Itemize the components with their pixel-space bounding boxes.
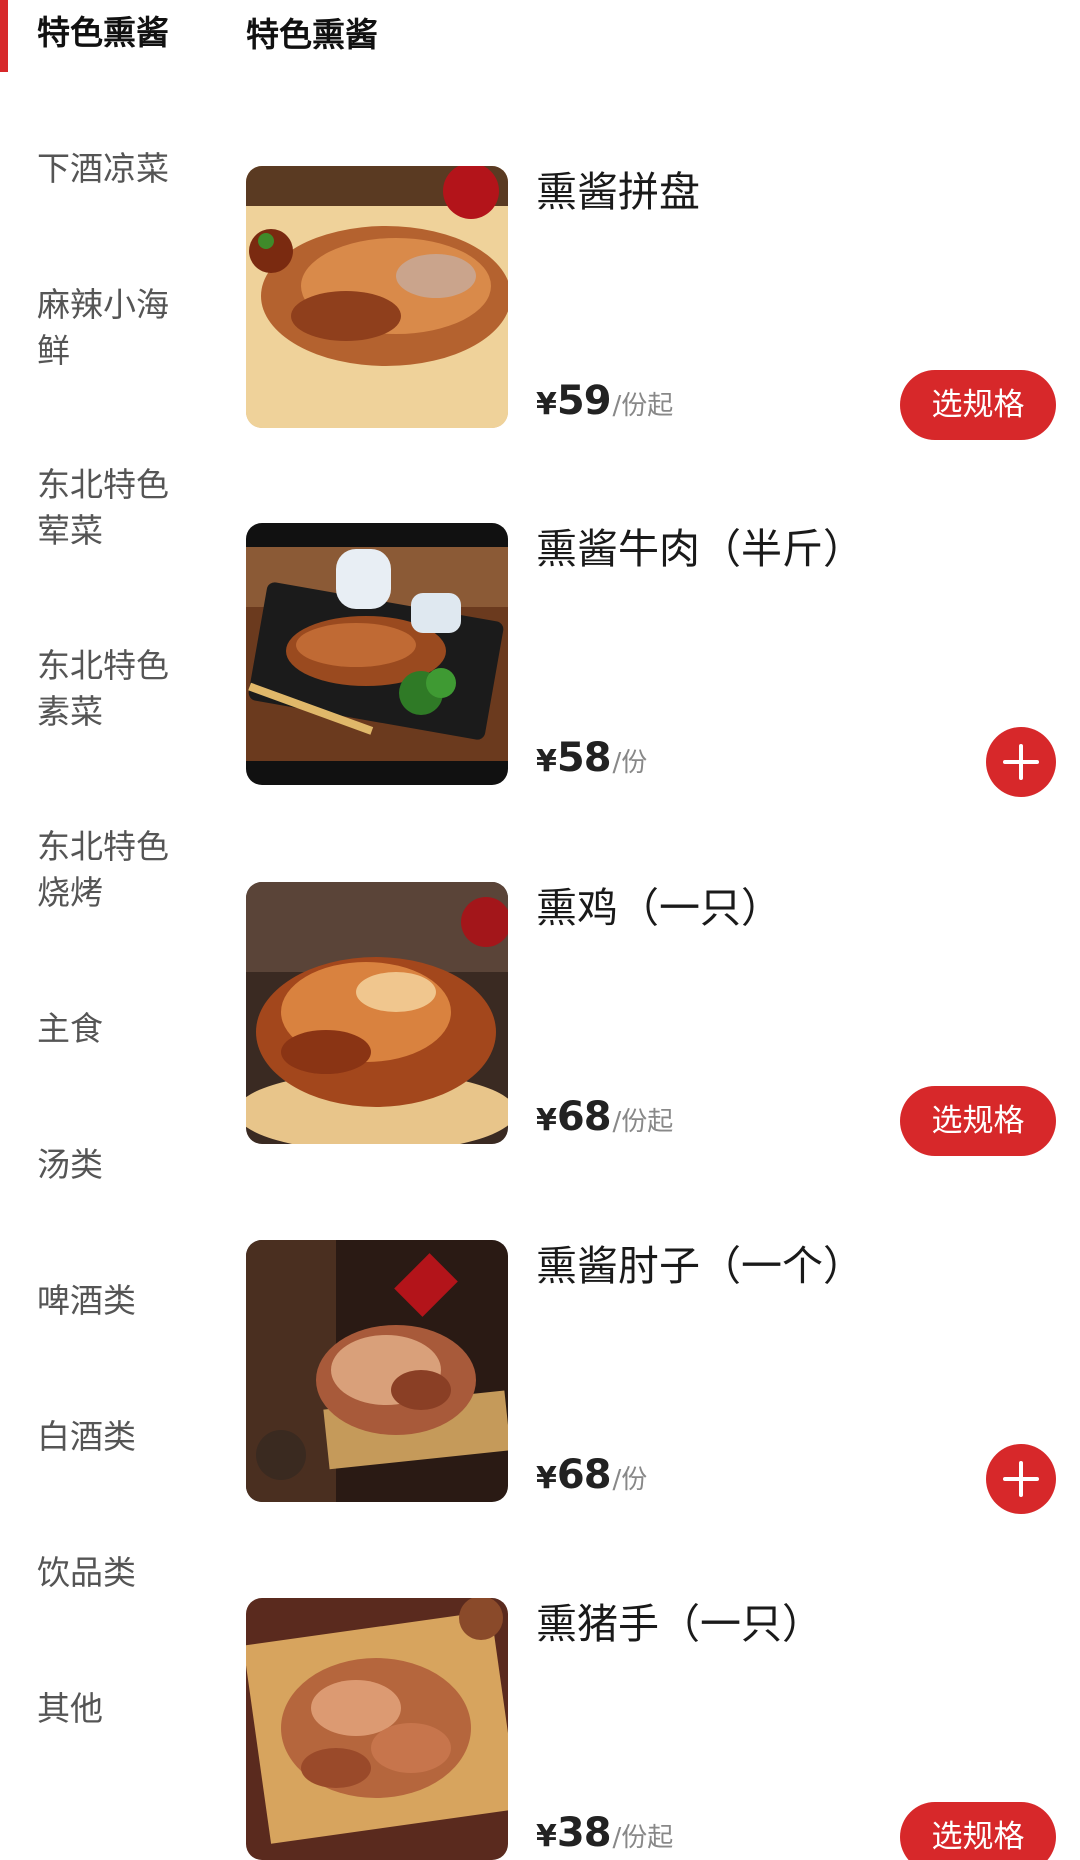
price-amount: 58 bbox=[556, 735, 612, 781]
price-unit: /份起 bbox=[612, 1107, 674, 1137]
price-unit: /份起 bbox=[612, 1823, 674, 1853]
product-price: ¥68/份起 bbox=[536, 1094, 673, 1140]
sidebar-item-northeast-veg[interactable]: 东北特色素菜 bbox=[0, 643, 200, 735]
product-image bbox=[246, 166, 508, 428]
currency-symbol: ¥ bbox=[536, 1461, 557, 1496]
sidebar-item-label: 东北特色荤菜 bbox=[37, 465, 169, 550]
price-unit: /份 bbox=[612, 1465, 648, 1495]
sidebar-item-label: 主食 bbox=[37, 1009, 103, 1048]
sidebar-item-drinks[interactable]: 饮品类 bbox=[0, 1550, 200, 1596]
product-image bbox=[246, 1240, 508, 1502]
product-name: 熏酱牛肉（半斤） bbox=[536, 525, 864, 573]
sidebar-item-label: 特色熏酱 bbox=[37, 13, 169, 52]
price-amount: 38 bbox=[556, 1810, 612, 1856]
category-sidebar: 特色熏酱 下酒凉菜 麻辣小海鲜 东北特色荤菜 东北特色素菜 东北特色烧烤 主食 … bbox=[0, 0, 220, 1860]
currency-symbol: ¥ bbox=[536, 387, 557, 422]
sidebar-item-other[interactable]: 其他 bbox=[0, 1686, 200, 1732]
sidebar-item-label: 啤酒类 bbox=[37, 1281, 136, 1320]
select-spec-button[interactable]: 选规格 bbox=[900, 1802, 1056, 1860]
sidebar-item-staple[interactable]: 主食 bbox=[0, 1006, 200, 1052]
add-to-cart-button[interactable] bbox=[986, 727, 1056, 797]
product-name: 熏酱肘子（一个） bbox=[536, 1242, 864, 1290]
sidebar-item-label: 汤类 bbox=[37, 1145, 103, 1184]
currency-symbol: ¥ bbox=[536, 1103, 557, 1138]
product-name: 熏鸡（一只） bbox=[536, 884, 782, 932]
sidebar-item-northeast-bbq[interactable]: 东北特色烧烤 bbox=[0, 824, 200, 916]
sidebar-item-label: 麻辣小海鲜 bbox=[37, 285, 169, 370]
sidebar-item-spicy-seafood[interactable]: 麻辣小海鲜 bbox=[0, 282, 200, 374]
price-amount: 59 bbox=[556, 378, 612, 424]
sidebar-item-northeast-meat[interactable]: 东北特色荤菜 bbox=[0, 462, 200, 554]
section-title: 特色熏酱 bbox=[246, 15, 378, 54]
sidebar-item-label: 其他 bbox=[37, 1689, 103, 1728]
sidebar-item-label: 东北特色烧烤 bbox=[37, 827, 169, 912]
product-price: ¥59/份起 bbox=[536, 378, 673, 424]
product-card[interactable]: 熏猪手（一只） ¥38/份起 选规格 bbox=[246, 1598, 1056, 1860]
product-card[interactable]: 熏酱牛肉（半斤） ¥58/份 bbox=[246, 523, 1056, 797]
product-card[interactable]: 熏鸡（一只） ¥68/份起 选规格 bbox=[246, 882, 1056, 1156]
product-price: ¥58/份 bbox=[536, 735, 647, 781]
price-amount: 68 bbox=[556, 1452, 612, 1498]
product-card[interactable]: 熏酱拼盘 ¥59/份起 选规格 bbox=[246, 166, 1056, 440]
product-image bbox=[246, 882, 508, 1144]
menu-page: 特色熏酱 下酒凉菜 麻辣小海鲜 东北特色荤菜 东北特色素菜 东北特色烧烤 主食 … bbox=[0, 0, 1080, 1860]
sidebar-item-label: 饮品类 bbox=[37, 1553, 136, 1592]
currency-symbol: ¥ bbox=[536, 1819, 557, 1854]
sidebar-item-soup[interactable]: 汤类 bbox=[0, 1142, 200, 1188]
sidebar-item-beer[interactable]: 啤酒类 bbox=[0, 1278, 200, 1324]
sidebar-item-label: 东北特色素菜 bbox=[37, 646, 169, 731]
sidebar-item-cold-dishes[interactable]: 下酒凉菜 bbox=[0, 146, 200, 192]
product-price: ¥68/份 bbox=[536, 1452, 647, 1498]
sidebar-item-label: 白酒类 bbox=[37, 1417, 136, 1456]
product-name: 熏猪手（一只） bbox=[536, 1600, 823, 1648]
product-image bbox=[246, 1598, 508, 1860]
product-card[interactable]: 熏酱肘子（一个） ¥68/份 bbox=[246, 1240, 1056, 1514]
product-image bbox=[246, 523, 508, 785]
sidebar-item-label: 下酒凉菜 bbox=[37, 149, 169, 188]
product-name: 熏酱拼盘 bbox=[536, 168, 700, 216]
sidebar-item-baijiu[interactable]: 白酒类 bbox=[0, 1414, 200, 1460]
price-unit: /份 bbox=[612, 748, 648, 778]
product-price: ¥38/份起 bbox=[536, 1810, 673, 1856]
select-spec-button[interactable]: 选规格 bbox=[900, 1086, 1056, 1156]
price-amount: 68 bbox=[556, 1094, 612, 1140]
select-spec-button[interactable]: 选规格 bbox=[900, 370, 1056, 440]
price-unit: /份起 bbox=[612, 391, 674, 421]
sidebar-item-special-smoked[interactable]: 特色熏酱 bbox=[0, 10, 200, 56]
add-to-cart-button[interactable] bbox=[986, 1444, 1056, 1514]
currency-symbol: ¥ bbox=[536, 744, 557, 779]
